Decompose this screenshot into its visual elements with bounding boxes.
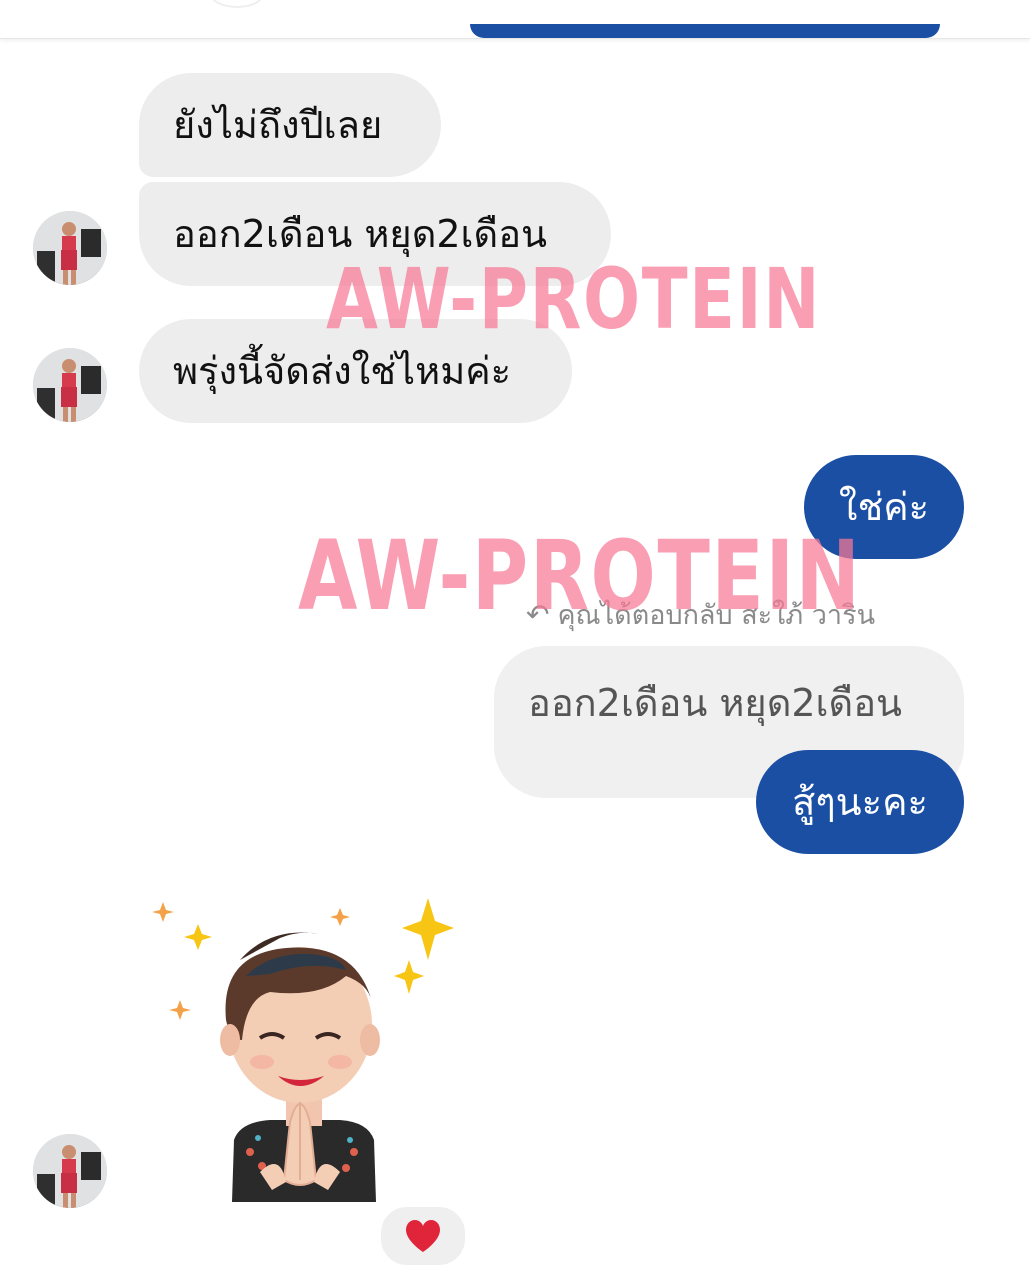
heart-icon bbox=[406, 1220, 440, 1252]
watermark-text: AW-PROTEIN bbox=[326, 250, 822, 348]
heart-reaction[interactable] bbox=[378, 1204, 468, 1268]
top-header-strip bbox=[0, 0, 1030, 39]
quoted-message-text: ออก2เดือน หยุด2เดือน bbox=[528, 681, 903, 725]
contact-avatar[interactable] bbox=[33, 211, 107, 285]
header-avatar-edge bbox=[210, 0, 264, 8]
message-text: ออก2เดือน หยุด2เดือน bbox=[173, 212, 548, 256]
contact-avatar[interactable] bbox=[33, 1134, 107, 1208]
praying-avatar-sticker[interactable] bbox=[150, 890, 460, 1210]
message-text: ยังไม่ถึงปีเลย bbox=[173, 103, 383, 147]
contact-avatar[interactable] bbox=[33, 348, 107, 422]
outgoing-message-bubble[interactable]: สู้ๆนะคะ bbox=[756, 750, 964, 854]
message-text: สู้ๆนะคะ bbox=[792, 780, 928, 824]
previous-outgoing-bubble-edge bbox=[470, 24, 940, 38]
message-text: พรุ่งนี้จัดส่งใช่ไหมค่ะ bbox=[173, 349, 512, 393]
incoming-message-bubble[interactable]: ยังไม่ถึงปีเลย bbox=[139, 73, 441, 177]
watermark-text: AW-PROTEIN bbox=[298, 520, 862, 632]
